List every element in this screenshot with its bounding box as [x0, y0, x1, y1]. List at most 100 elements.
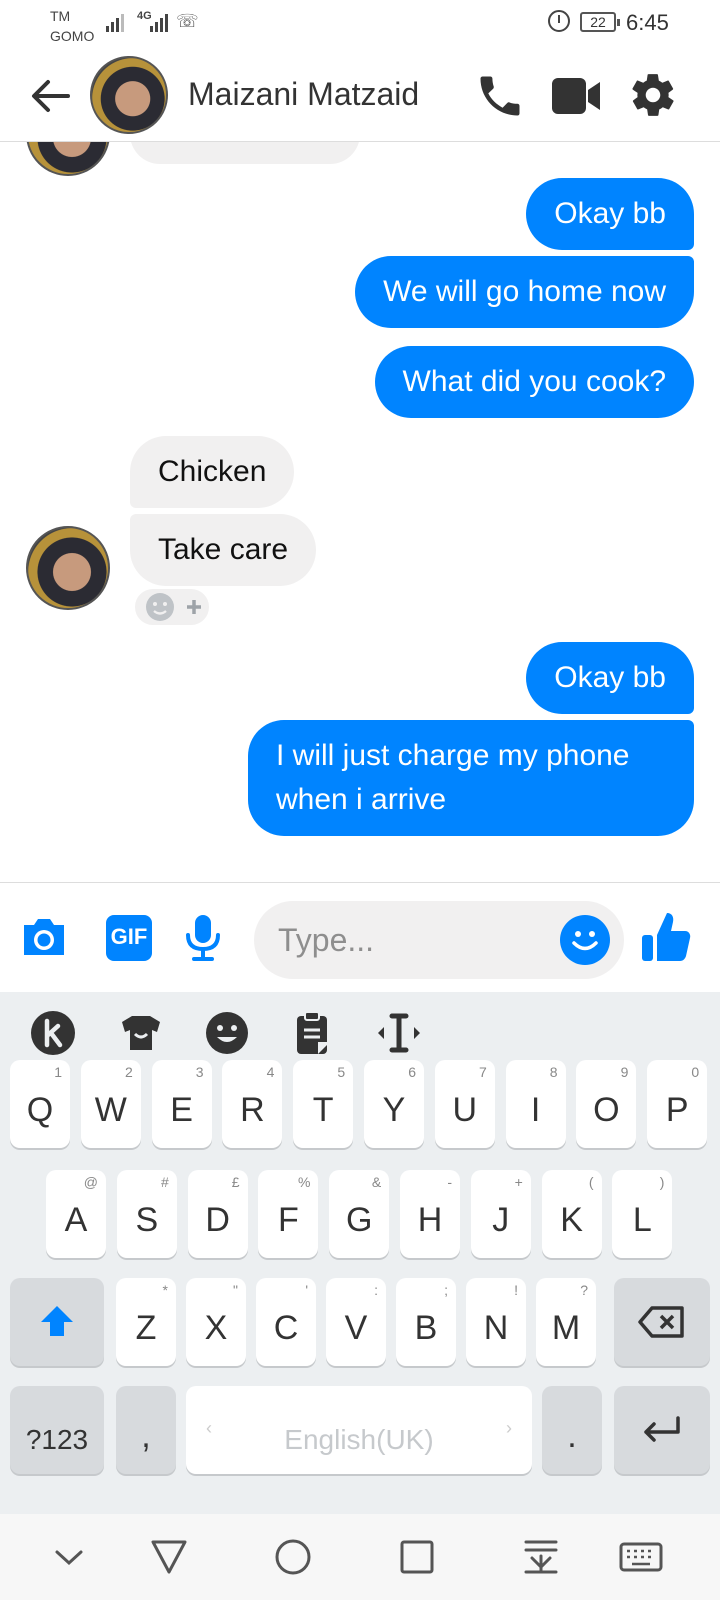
on-screen-keyboard: 1Q2W3E4R5T6Y7U8I9O0P @ A # S £ D% F & G - H + J(K) L … — [0, 992, 720, 1514]
message-input[interactable] — [278, 919, 538, 961]
key-i[interactable]: 8I — [505, 1060, 566, 1148]
enter-key[interactable] — [614, 1386, 710, 1474]
contact-avatar-small — [26, 142, 110, 176]
key-n[interactable]: ! N — [466, 1278, 526, 1366]
microphone-icon[interactable] — [180, 911, 232, 963]
key-hint: ? — [580, 1282, 588, 1298]
key-hint: 6 — [408, 1064, 416, 1080]
message-composer: GIF — [0, 882, 720, 992]
key-q[interactable]: 1Q — [10, 1060, 70, 1148]
key-hint: & — [371, 1174, 382, 1190]
contact-name[interactable]: Maizani Matzaid — [188, 76, 419, 113]
gif-label: GIF — [110, 924, 148, 949]
key-c[interactable]: ' C — [256, 1278, 316, 1366]
wifi-calling-icon: ☏ — [176, 11, 199, 31]
key-u[interactable]: 7U — [434, 1060, 495, 1148]
key-o[interactable]: 9O — [576, 1060, 637, 1148]
key-m[interactable]: ? M — [536, 1278, 596, 1366]
message-bubble-outgoing[interactable]: I will just charge my phone when i arriv… — [248, 720, 694, 836]
notification-pull-icon[interactable] — [518, 1534, 564, 1580]
key-hint: 4 — [266, 1064, 275, 1080]
camera-icon[interactable] — [18, 911, 70, 963]
shift-key[interactable] — [10, 1278, 104, 1366]
key-g[interactable]: & G — [329, 1170, 390, 1258]
key-l[interactable]: ) L — [612, 1170, 673, 1258]
emoji-icon[interactable] — [560, 915, 610, 965]
kika-logo-icon[interactable] — [30, 1010, 76, 1056]
message-list[interactable]: Okay bb We will go home now What did you… — [0, 142, 720, 882]
key-hint: - — [447, 1174, 452, 1190]
comma-key-label: , — [141, 1417, 151, 1455]
key-label: Q — [26, 1091, 54, 1129]
backspace-key[interactable] — [614, 1278, 710, 1366]
key-label: W — [94, 1091, 127, 1129]
key-t[interactable]: 5T — [293, 1060, 354, 1148]
key-d[interactable]: £ D — [187, 1170, 248, 1258]
key-hint: + — [514, 1174, 523, 1190]
message-bubble-partial[interactable] — [130, 142, 360, 164]
symbols-key[interactable]: ?123 — [10, 1386, 104, 1474]
signal-strength-2-icon — [150, 10, 168, 32]
key-j[interactable]: + J — [470, 1170, 531, 1258]
add-reaction-button[interactable] — [132, 586, 212, 628]
space-bar[interactable]: ‹ English(UK) › — [186, 1386, 532, 1474]
message-bubble-outgoing[interactable]: Okay bb — [526, 178, 694, 250]
thumbs-up-icon[interactable] — [640, 909, 692, 961]
key-label: V — [344, 1309, 368, 1347]
key-label: C — [273, 1309, 299, 1347]
comma-key[interactable]: , — [116, 1386, 176, 1474]
phone-icon[interactable] — [474, 70, 526, 122]
back-arrow-icon[interactable] — [28, 74, 72, 118]
key-x[interactable]: " X — [186, 1278, 246, 1366]
key-hint: ( — [588, 1174, 594, 1190]
key-a[interactable]: @ A — [46, 1170, 106, 1258]
key-e[interactable]: 3E — [151, 1060, 212, 1148]
key-label: M — [551, 1309, 581, 1347]
gif-icon[interactable]: GIF — [106, 915, 152, 961]
video-camera-icon[interactable] — [550, 70, 602, 122]
key-v[interactable]: :V — [326, 1278, 386, 1366]
key-hint: : — [374, 1282, 378, 1298]
clipboard-icon[interactable] — [294, 1010, 340, 1056]
message-bubble-incoming[interactable]: Chicken — [130, 436, 295, 508]
text-cursor-icon[interactable] — [376, 1010, 422, 1056]
conversation-header: Maizani Matzaid — [0, 50, 720, 142]
key-hint: 9 — [620, 1064, 629, 1080]
carrier-line1: TM — [50, 8, 71, 24]
key-p[interactable]: 0P — [647, 1060, 708, 1148]
message-bubble-outgoing[interactable]: Okay bb — [526, 642, 694, 714]
key-label: Y — [382, 1091, 406, 1129]
battery-indicator: 22 — [580, 12, 620, 32]
key-k[interactable]: (K — [541, 1170, 602, 1258]
key-y[interactable]: 6Y — [364, 1060, 424, 1148]
gear-icon[interactable] — [628, 70, 680, 122]
message-bubble-outgoing[interactable]: We will go home now — [355, 256, 694, 328]
key-b[interactable]: ; B — [396, 1278, 456, 1366]
emoji-face-icon[interactable] — [204, 1010, 250, 1056]
key-hint: ! — [514, 1282, 518, 1298]
key-h[interactable]: -H — [400, 1170, 460, 1258]
home-circle-icon[interactable] — [270, 1534, 316, 1580]
key-hint: ) — [659, 1174, 665, 1190]
key-label: U — [452, 1091, 478, 1129]
key-f[interactable]: % F — [258, 1170, 319, 1258]
message-bubble-outgoing[interactable]: What did you cook? — [374, 346, 694, 418]
alarm-icon — [548, 10, 570, 32]
signal-strength-icon — [106, 10, 124, 32]
key-r[interactable]: 4R — [222, 1060, 283, 1148]
theme-shirt-icon[interactable] — [118, 1010, 164, 1056]
message-bubble-incoming[interactable]: Take care — [130, 514, 317, 586]
key-z[interactable]: * Z — [116, 1278, 176, 1366]
keyboard-icon[interactable] — [618, 1534, 664, 1580]
chevron-right-icon: › — [506, 1418, 512, 1438]
key-label: F — [278, 1201, 299, 1239]
back-triangle-icon[interactable] — [146, 1534, 192, 1580]
period-key[interactable]: . — [542, 1386, 602, 1474]
key-w[interactable]: 2W — [80, 1060, 141, 1148]
recents-square-icon[interactable] — [394, 1534, 440, 1580]
contact-avatar[interactable] — [90, 56, 168, 134]
message-input-field[interactable] — [254, 901, 624, 979]
key-hint: 8 — [549, 1064, 558, 1080]
chevron-down-icon[interactable] — [46, 1534, 92, 1580]
key-s[interactable]: # S — [116, 1170, 177, 1258]
